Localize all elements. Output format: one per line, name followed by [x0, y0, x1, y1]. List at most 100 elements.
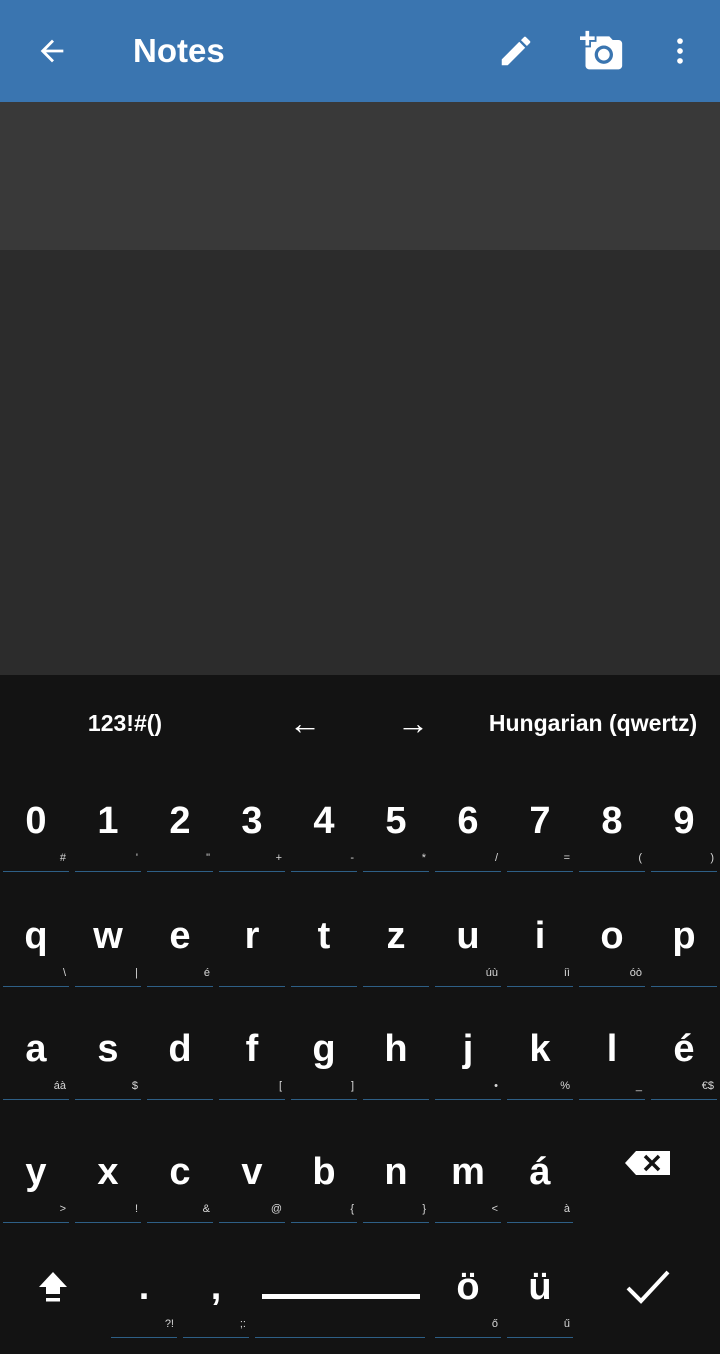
key-label: 6 [457, 799, 479, 842]
key-underline [507, 871, 573, 872]
key-e[interactable]: eé [144, 886, 216, 1000]
key-2[interactable]: 2 " [144, 771, 216, 885]
key-i[interactable]: i íì [504, 886, 576, 1000]
key-u-umlaut[interactable]: ü ű [504, 1237, 576, 1351]
symbols-key[interactable]: 123!#() [40, 675, 210, 771]
key-c[interactable]: c & [144, 1122, 216, 1236]
key-d[interactable]: d [144, 999, 216, 1113]
done-key[interactable] [600, 1237, 696, 1351]
key-y[interactable]: y > [0, 1122, 72, 1236]
key-hint: * [421, 852, 426, 864]
key-k[interactable]: k% [504, 999, 576, 1113]
key-underline [651, 871, 717, 872]
key-6[interactable]: 6/ [432, 771, 504, 885]
key-label: 9 [673, 799, 695, 842]
key-é[interactable]: é €$ [648, 999, 720, 1113]
key-underline [219, 1222, 285, 1223]
key-underline [219, 1099, 285, 1100]
comma-key[interactable]: , ;: [180, 1237, 252, 1351]
key-3[interactable]: 3 + [216, 771, 288, 885]
edit-button[interactable] [484, 0, 548, 102]
key-á[interactable]: áà [504, 1122, 576, 1236]
key-hint: ) [710, 852, 714, 864]
key-underline [363, 986, 429, 987]
key-underline [147, 986, 213, 987]
key-v[interactable]: v @ [216, 1122, 288, 1236]
key-underline [3, 1222, 69, 1223]
key-hint: - [350, 852, 354, 864]
key-hint: ] [350, 1080, 354, 1092]
key-hint: à [563, 1203, 570, 1215]
key-hint: | [135, 967, 138, 979]
key-p[interactable]: p [648, 886, 720, 1000]
key-l[interactable]: l _ [576, 999, 648, 1113]
page-title: Notes [133, 32, 225, 69]
key-q[interactable]: q \ [0, 886, 72, 1000]
note-title-field[interactable] [0, 102, 720, 250]
language-switch[interactable]: Hungarian (qwertz) [470, 675, 716, 771]
back-button[interactable] [20, 0, 84, 102]
key-1[interactable]: 1 ' [72, 771, 144, 885]
cursor-left-key[interactable]: ← [275, 675, 335, 771]
key-hint: " [206, 852, 210, 864]
key-underline [147, 871, 213, 872]
period-key[interactable]: . ?! [108, 1237, 180, 1351]
key-u-umlaut-hint: ű [563, 1318, 570, 1330]
key-label: x [97, 1150, 119, 1193]
key-underline [219, 871, 285, 872]
key-underline [3, 1099, 69, 1100]
key-underline [147, 1099, 213, 1100]
key-label: r [244, 914, 260, 957]
key-j[interactable]: j • [432, 999, 504, 1113]
key-s[interactable]: s $ [72, 999, 144, 1113]
key-hint: óò [629, 967, 642, 979]
key-h[interactable]: h [360, 999, 432, 1113]
key-underline [219, 986, 285, 987]
key-f[interactable]: f[ [216, 999, 288, 1113]
key-label: 1 [97, 799, 119, 842]
note-body-field[interactable] [0, 250, 720, 675]
key-underline [579, 1099, 645, 1100]
key-underline [507, 1099, 573, 1100]
key-5[interactable]: 5 * [360, 771, 432, 885]
key-x[interactable]: x! [72, 1122, 144, 1236]
key-underline [579, 871, 645, 872]
key-hint: ' [135, 852, 138, 864]
more-options-button[interactable] [656, 0, 704, 102]
more-vert-icon [677, 38, 683, 64]
key-z[interactable]: z [360, 886, 432, 1000]
key-u[interactable]: u úù [432, 886, 504, 1000]
back-arrow-icon [40, 39, 64, 63]
keyboard-toolbar: 123!#() ← → Hungarian (qwertz) [0, 675, 720, 771]
key-hint: _ [635, 1080, 642, 1092]
space-bar-indicator [262, 1294, 420, 1299]
key-4[interactable]: 4- [288, 771, 360, 885]
add-photo-button[interactable] [570, 0, 634, 102]
key-r[interactable]: r [216, 886, 288, 1000]
cursor-right-key[interactable]: → [383, 675, 443, 771]
key-t[interactable]: t [288, 886, 360, 1000]
key-a[interactable]: a áà [0, 999, 72, 1113]
key-g[interactable]: g] [288, 999, 360, 1113]
key-hint: áà [53, 1080, 66, 1092]
key-hint: [ [278, 1080, 282, 1092]
key-hint: > [59, 1203, 66, 1215]
key-7[interactable]: 7 = [504, 771, 576, 885]
pencil-icon [501, 36, 531, 66]
key-m[interactable]: m < [432, 1122, 504, 1236]
key-o-umlaut[interactable]: ö ő [432, 1237, 504, 1351]
key-b[interactable]: b{ [288, 1122, 360, 1236]
comma-key-hint: ;: [239, 1318, 246, 1330]
key-8[interactable]: 8( [576, 771, 648, 885]
key-underline [75, 1222, 141, 1223]
backspace-key[interactable] [600, 1122, 696, 1236]
key-underline [3, 986, 69, 987]
key-n[interactable]: n} [360, 1122, 432, 1236]
shift-key[interactable] [17, 1237, 89, 1351]
key-underline [3, 871, 69, 872]
key-o[interactable]: o óò [576, 886, 648, 1000]
key-w[interactable]: w | [72, 886, 144, 1000]
key-0[interactable]: 0 # [0, 771, 72, 885]
key-hint: } [422, 1203, 426, 1215]
key-9[interactable]: 9) [648, 771, 720, 885]
